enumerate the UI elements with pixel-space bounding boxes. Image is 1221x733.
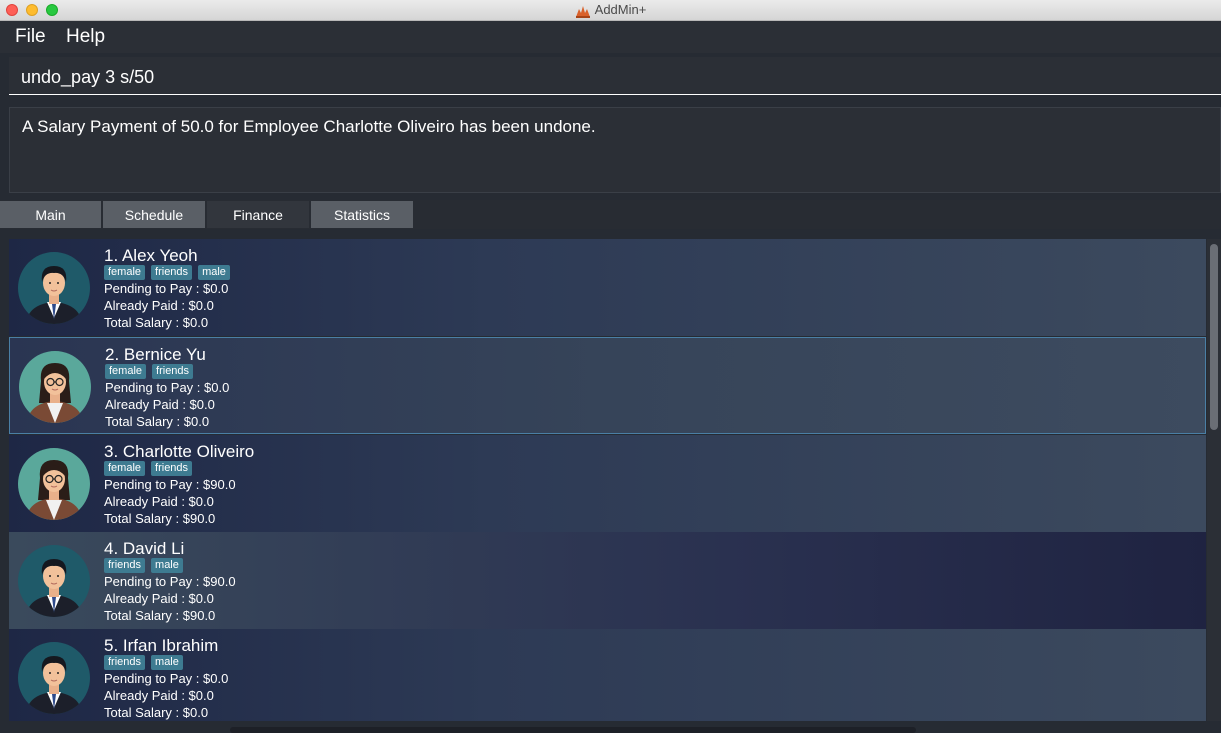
tag-list: female friends	[104, 461, 193, 476]
employee-card[interactable]: 1. Alex Yeoh female friends male Pending…	[9, 239, 1206, 336]
window-title-group: AddMin+	[0, 2, 1221, 18]
tag-list: female friends male	[104, 265, 230, 280]
employee-list[interactable]: 1. Alex Yeoh female friends male Pending…	[9, 239, 1207, 721]
app-logo-icon	[575, 5, 590, 18]
vertical-scrollbar[interactable]	[1207, 239, 1221, 721]
already-paid: Already Paid : $0.0	[104, 494, 214, 509]
menu-help[interactable]: Help	[66, 26, 105, 48]
pending-pay: Pending to Pay : $90.0	[104, 574, 236, 589]
window-title: AddMin+	[594, 2, 647, 17]
tag-badge: male	[151, 655, 183, 670]
tag-list: female friends	[105, 364, 194, 379]
employee-name: 1. Alex Yeoh	[104, 246, 198, 265]
employee-name: 4. David Li	[104, 539, 185, 558]
total-salary: Total Salary : $0.0	[104, 705, 209, 720]
male-avatar-icon	[18, 252, 90, 324]
total-salary: Total Salary : $0.0	[104, 315, 209, 330]
male-avatar-icon	[18, 642, 90, 714]
female-avatar-icon	[18, 448, 90, 520]
command-input-value: undo_pay 3 s/50	[21, 67, 155, 87]
tag-badge: friends	[104, 558, 146, 573]
already-paid: Already Paid : $0.0	[104, 591, 214, 606]
total-salary: Total Salary : $0.0	[105, 414, 210, 429]
female-avatar-icon	[19, 351, 91, 423]
tab-finance[interactable]: Finance	[207, 201, 309, 228]
employee-card[interactable]: 3. Charlotte Oliveiro female friends Pen…	[9, 435, 1206, 532]
tag-badge: male	[151, 558, 183, 573]
tag-badge: female	[104, 265, 146, 280]
employee-card[interactable]: 5. Irfan Ibrahim friends male Pending to…	[9, 629, 1206, 721]
total-salary: Total Salary : $90.0	[104, 511, 216, 526]
tag-badge: male	[198, 265, 230, 280]
already-paid: Already Paid : $0.0	[104, 298, 214, 313]
pending-pay: Pending to Pay : $0.0	[104, 671, 229, 686]
already-paid: Already Paid : $0.0	[105, 397, 215, 412]
menu-file[interactable]: File	[15, 26, 46, 48]
tab-statistics[interactable]: Statistics	[311, 201, 413, 228]
horizontal-scrollbar[interactable]	[230, 727, 916, 733]
employee-name: 3. Charlotte Oliveiro	[104, 442, 255, 461]
tag-badge: friends	[151, 265, 193, 280]
pending-pay: Pending to Pay : $90.0	[104, 477, 236, 492]
tab-main[interactable]: Main	[0, 201, 101, 228]
male-avatar-icon	[18, 545, 90, 617]
employee-card[interactable]: 2. Bernice Yu female friends Pending to …	[9, 337, 1206, 434]
menu-bar: File Help	[0, 21, 1221, 53]
tab-bar: Main Schedule Finance Statistics	[0, 200, 1221, 229]
tag-list: friends male	[104, 655, 183, 670]
command-input[interactable]: undo_pay 3 s/50	[9, 57, 1221, 95]
scrollbar-thumb[interactable]	[1210, 244, 1218, 430]
tag-badge: female	[104, 461, 146, 476]
result-message: A Salary Payment of 50.0 for Employee Ch…	[22, 117, 596, 136]
employee-name: 2. Bernice Yu	[105, 345, 206, 364]
already-paid: Already Paid : $0.0	[104, 688, 214, 703]
tag-badge: friends	[151, 461, 193, 476]
tag-badge: friends	[104, 655, 146, 670]
tag-badge: friends	[152, 364, 194, 379]
title-bar: AddMin+	[0, 0, 1221, 21]
pending-pay: Pending to Pay : $0.0	[105, 380, 230, 395]
result-display: A Salary Payment of 50.0 for Employee Ch…	[9, 107, 1221, 193]
tag-badge: female	[105, 364, 147, 379]
tag-list: friends male	[104, 558, 183, 573]
employee-card[interactable]: 4. David Li friends male Pending to Pay …	[9, 532, 1206, 629]
pending-pay: Pending to Pay : $0.0	[104, 281, 229, 296]
total-salary: Total Salary : $90.0	[104, 608, 216, 623]
tab-schedule[interactable]: Schedule	[103, 201, 205, 228]
employee-name: 5. Irfan Ibrahim	[104, 636, 219, 655]
